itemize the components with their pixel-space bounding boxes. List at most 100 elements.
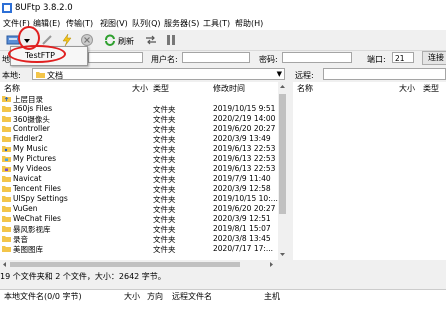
local-path-bar: 本地: 文档 ▼ (0, 68, 287, 81)
list-item[interactable]: 暴风影视库 文件夹 2019/8/1 15:07 (0, 224, 278, 234)
file-date: 2020/3/9 12:51 (213, 214, 271, 223)
file-date: 2020/3/9 13:49 (213, 134, 271, 143)
scroll-thumb[interactable] (10, 262, 240, 267)
folder-icon (2, 126, 11, 132)
remote-horizontal-scrollbar[interactable] (293, 260, 446, 269)
column-size[interactable]: 大小 (124, 291, 140, 302)
window-title: 8UFtp 3.8.2.0 (15, 3, 73, 13)
file-date: 2019/10/15 9:51 (213, 104, 276, 113)
scroll-up-icon[interactable] (279, 83, 286, 90)
title-bar: 8UFtp 3.8.2.0 (0, 0, 446, 16)
folder-icon (2, 226, 11, 232)
list-item[interactable]: 美图图库 文件夹 2020/7/17 17:... (0, 244, 278, 254)
file-date: 2019/7/9 11:40 (213, 174, 271, 183)
remote-path-bar: 远程: (293, 68, 446, 81)
file-name: Tencent Files (13, 184, 61, 193)
file-name: 美图图库 (13, 245, 43, 254)
port-input[interactable]: 21 (392, 52, 414, 63)
scroll-right-icon[interactable] (268, 261, 275, 268)
column-remote-file[interactable]: 远程文件名 (172, 291, 212, 302)
folder-icon (2, 106, 11, 112)
list-item[interactable]: 录音 文件夹 2020/3/8 13:45 (0, 234, 278, 244)
local-horizontal-scrollbar[interactable] (0, 260, 278, 269)
list-item[interactable]: UISpy Settings 文件夹 2019/10/15 10:... (0, 194, 278, 204)
menu-help[interactable]: 帮助(H) (235, 18, 263, 29)
folder-icon (2, 176, 11, 182)
stop-icon[interactable] (80, 33, 94, 47)
refresh-button[interactable]: 刷新 (118, 36, 134, 47)
file-name: UISpy Settings (13, 194, 68, 203)
file-type: 文件夹 (153, 245, 176, 254)
file-date: 2019/6/20 20:27 (213, 124, 276, 133)
folder-icon (2, 246, 11, 252)
list-item[interactable]: My Music 文件夹 2019/6/13 22:53 (0, 144, 278, 154)
file-date: 2019/10/15 10:... (213, 194, 278, 203)
up-folder-icon (2, 96, 11, 102)
list-item[interactable]: Tencent Files 文件夹 2020/3/9 12:58 (0, 184, 278, 194)
password-input[interactable] (282, 52, 352, 63)
column-host[interactable]: 主机 (264, 291, 280, 302)
column-name[interactable]: 名称 (297, 83, 313, 94)
file-date: 2020/3/8 13:45 (213, 234, 271, 243)
local-file-list: 上层目录 360js Files 文件夹 2019/10/15 9:51 360… (0, 94, 278, 260)
connect-button[interactable]: 连接 (422, 51, 446, 65)
folder-icon (2, 236, 11, 242)
file-name: Navicat (13, 174, 42, 183)
highlight-ellipse (8, 45, 66, 63)
local-path-label: 本地: (2, 71, 21, 80)
column-name[interactable]: 名称 (4, 83, 20, 94)
folder-icon (2, 216, 11, 222)
list-item[interactable]: VuGen 文件夹 2019/6/20 20:27 (0, 204, 278, 214)
sync-icon[interactable] (144, 33, 158, 47)
list-item[interactable]: 360摄像头 文件夹 2020/2/19 14:00 (0, 114, 278, 124)
menu-queue[interactable]: 队列(Q) (132, 18, 161, 29)
list-item[interactable]: My Videos 文件夹 2019/6/13 22:53 (0, 164, 278, 174)
local-status-text: 19 个文件夹和 2 个文件，大小：2642 字节。 (0, 272, 166, 281)
menu-edit[interactable]: 编辑(E) (33, 18, 60, 29)
list-item[interactable]: 360js Files 文件夹 2019/10/15 9:51 (0, 104, 278, 114)
password-label: 密码: (259, 55, 278, 64)
refresh-icon[interactable] (103, 33, 117, 47)
list-item[interactable]: Controller 文件夹 2019/6/20 20:27 (0, 124, 278, 134)
scroll-left-icon[interactable] (1, 261, 8, 268)
file-name: WeChat Files (13, 214, 61, 223)
lightning-icon[interactable] (60, 33, 74, 47)
scroll-thumb[interactable] (279, 94, 286, 214)
local-path-select[interactable]: 文档 ▼ (32, 68, 285, 80)
menu-bar: 文件(F) 编辑(E) 传输(T) 视图(V) 队列(Q) 服务器(S) 工具(… (0, 16, 446, 30)
menu-tools[interactable]: 工具(T) (203, 18, 230, 29)
user-input[interactable] (182, 52, 250, 63)
port-label: 端口: (367, 55, 386, 64)
file-name: My Videos (13, 164, 52, 173)
folder-icon (2, 186, 11, 192)
column-direction[interactable]: 方向 (147, 291, 163, 302)
menu-view[interactable]: 视图(V) (100, 18, 128, 29)
queue-header: 本地文件名(0/0 字节) 大小 方向 远程文件名 主机 (0, 289, 446, 303)
menu-server[interactable]: 服务器(S) (164, 18, 199, 29)
list-item[interactable]: WeChat Files 文件夹 2020/3/9 12:51 (0, 214, 278, 224)
remote-path-select[interactable] (323, 68, 446, 80)
column-size[interactable]: 大小 (399, 83, 415, 94)
file-date: 2019/6/13 22:53 (213, 154, 276, 163)
file-date: 2020/7/17 17:... (213, 244, 274, 253)
column-type[interactable]: 类型 (153, 83, 169, 94)
file-date: 2020/3/9 12:58 (213, 184, 271, 193)
column-size[interactable]: 大小 (132, 83, 148, 94)
column-local-file[interactable]: 本地文件名(0/0 字节) (4, 291, 82, 302)
file-date: 2019/6/13 22:53 (213, 164, 276, 173)
column-type[interactable]: 类型 (423, 83, 439, 94)
pause-icon[interactable] (164, 33, 178, 47)
list-item[interactable]: 上层目录 (0, 94, 278, 104)
list-item[interactable]: Navicat 文件夹 2019/7/9 11:40 (0, 174, 278, 184)
file-date: 2019/8/1 15:07 (213, 224, 271, 233)
chevron-down-icon[interactable]: ▼ (277, 70, 282, 78)
list-item[interactable]: My Pictures 文件夹 2019/6/13 22:53 (0, 154, 278, 164)
host-input[interactable] (88, 52, 143, 63)
local-vertical-scrollbar[interactable] (278, 82, 287, 260)
scroll-down-icon[interactable] (279, 251, 286, 258)
menu-transfer[interactable]: 传输(T) (66, 18, 93, 29)
list-item[interactable]: Fiddler2 文件夹 2020/3/9 13:49 (0, 134, 278, 144)
file-name: Fiddler2 (13, 134, 43, 143)
file-name: Controller (13, 124, 50, 133)
column-modified[interactable]: 修改时间 (213, 83, 245, 94)
